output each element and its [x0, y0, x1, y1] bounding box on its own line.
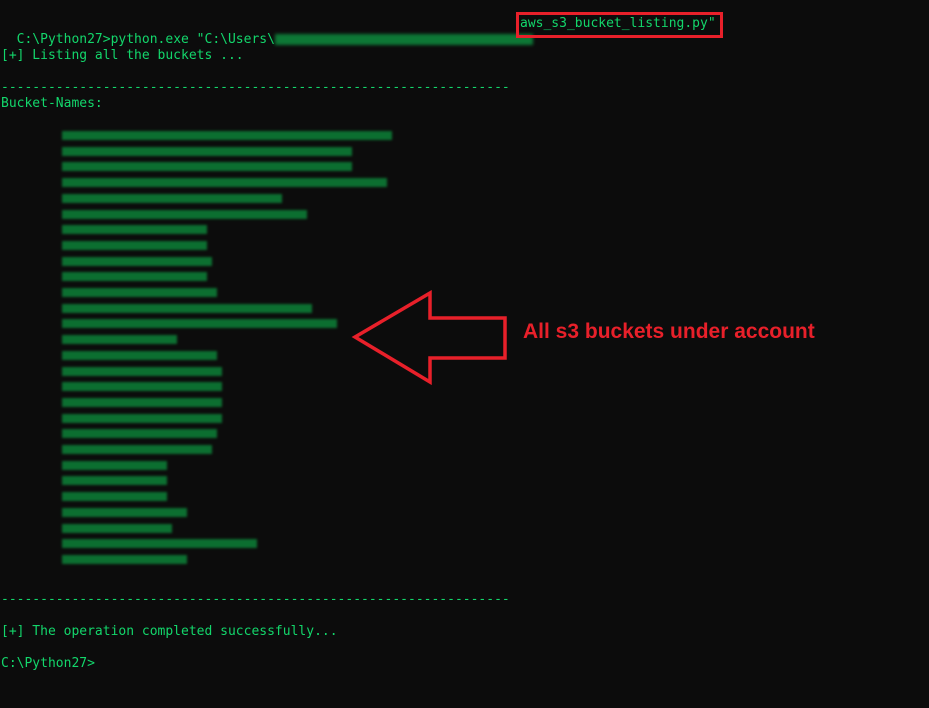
bucket-name-redacted	[62, 319, 337, 329]
bucket-name-redacted	[62, 146, 352, 156]
redacted-path	[274, 34, 533, 45]
bucket-name-redacted	[62, 382, 222, 392]
bucket-name-redacted	[62, 492, 167, 502]
arrow-left-icon	[351, 290, 507, 385]
annotation-text: All s3 buckets under account	[523, 320, 815, 343]
separator-top: ----------------------------------------…	[1, 80, 510, 95]
separator-bottom: ----------------------------------------…	[1, 592, 510, 607]
command-prefix: C:\Python27>python.exe "C:\Users\	[16, 32, 275, 47]
bucket-name-redacted	[62, 413, 222, 423]
bucket-name-redacted	[62, 445, 212, 454]
bucket-name-redacted	[62, 209, 307, 219]
bucket-name-redacted	[62, 240, 207, 250]
bucket-name-redacted	[62, 460, 167, 470]
completed-message: [+] The operation completed successfully…	[1, 624, 338, 639]
command-prompt[interactable]: C:\Python27>	[1, 656, 95, 672]
bucket-name-redacted	[62, 366, 222, 376]
bucket-name-redacted	[62, 507, 187, 517]
bucket-name-redacted	[62, 539, 257, 549]
bucket-name-redacted	[62, 272, 207, 282]
bucket-name-redacted	[62, 429, 217, 439]
bucket-names-header: Bucket-Names:	[1, 96, 103, 111]
bucket-name-redacted	[62, 397, 222, 407]
bucket-name-redacted	[62, 476, 167, 486]
bucket-name-redacted	[62, 523, 172, 533]
bucket-name-redacted	[62, 256, 212, 266]
bucket-name-redacted	[62, 131, 392, 140]
script-filename: aws_s3_bucket_listing.py"	[520, 16, 716, 31]
bucket-name-redacted	[62, 162, 352, 172]
command-line: C:\Python27>python.exe "C:\Users\	[1, 16, 533, 48]
listing-message: [+] Listing all the buckets ...	[1, 48, 244, 63]
bucket-name-redacted	[62, 225, 207, 235]
bucket-name-redacted	[62, 335, 177, 345]
bucket-name-redacted	[62, 303, 312, 313]
bucket-name-redacted	[62, 554, 187, 564]
bucket-name-redacted	[62, 193, 282, 203]
bucket-name-redacted	[62, 178, 387, 188]
bucket-name-redacted	[62, 288, 217, 297]
bucket-name-redacted	[62, 350, 217, 360]
